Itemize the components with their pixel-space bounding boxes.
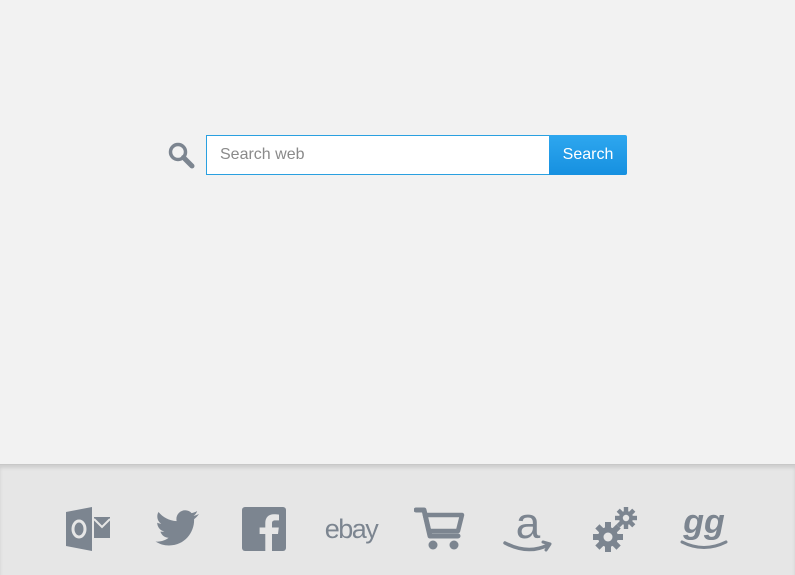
main-area: Search	[0, 0, 795, 464]
twitter-icon	[155, 510, 199, 546]
quick-links-bar: ebay a gg	[0, 464, 795, 575]
search-button[interactable]: Search	[549, 135, 627, 175]
shopping-cart-link[interactable]	[414, 505, 466, 553]
ebay-icon: ebay	[324, 513, 379, 544]
amazon-icon: a	[503, 505, 552, 552]
search-bar: Search	[166, 135, 627, 175]
facebook-icon	[242, 507, 286, 551]
magnifier-icon	[166, 140, 196, 170]
facebook-link[interactable]	[240, 505, 288, 553]
settings-link[interactable]	[592, 505, 640, 553]
settings-gears-icon	[593, 507, 637, 552]
ebay-link[interactable]: ebay	[318, 505, 384, 553]
twitter-link[interactable]	[152, 505, 200, 553]
outlook-link[interactable]	[64, 505, 112, 553]
gg-link[interactable]: gg	[676, 505, 732, 553]
amazon-link[interactable]: a	[500, 505, 556, 553]
search-input[interactable]	[206, 135, 549, 175]
gg-label: gg	[682, 505, 725, 541]
gg-icon: gg	[680, 505, 728, 549]
svg-text:a: a	[516, 505, 541, 548]
shopping-cart-icon	[414, 507, 465, 550]
outlook-icon	[66, 507, 111, 551]
